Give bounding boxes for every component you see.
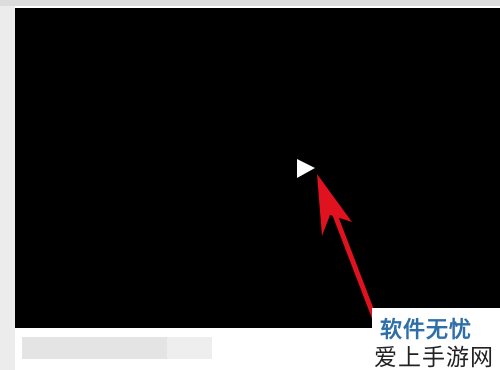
watermark-brand-bottom: 爱上手游网 — [374, 345, 494, 370]
page: 软件无忧 爱上手游网 — [0, 0, 500, 370]
left-sidebar-strip — [0, 6, 15, 370]
watermark: 软件无忧 爱上手游网 — [372, 308, 500, 370]
caption-placeholder-bar — [22, 337, 212, 359]
top-border — [0, 0, 500, 6]
caption-placeholder-inner — [22, 337, 167, 359]
video-player[interactable] — [15, 8, 500, 328]
play-button[interactable] — [290, 150, 320, 186]
play-triangle-icon — [297, 159, 315, 178]
